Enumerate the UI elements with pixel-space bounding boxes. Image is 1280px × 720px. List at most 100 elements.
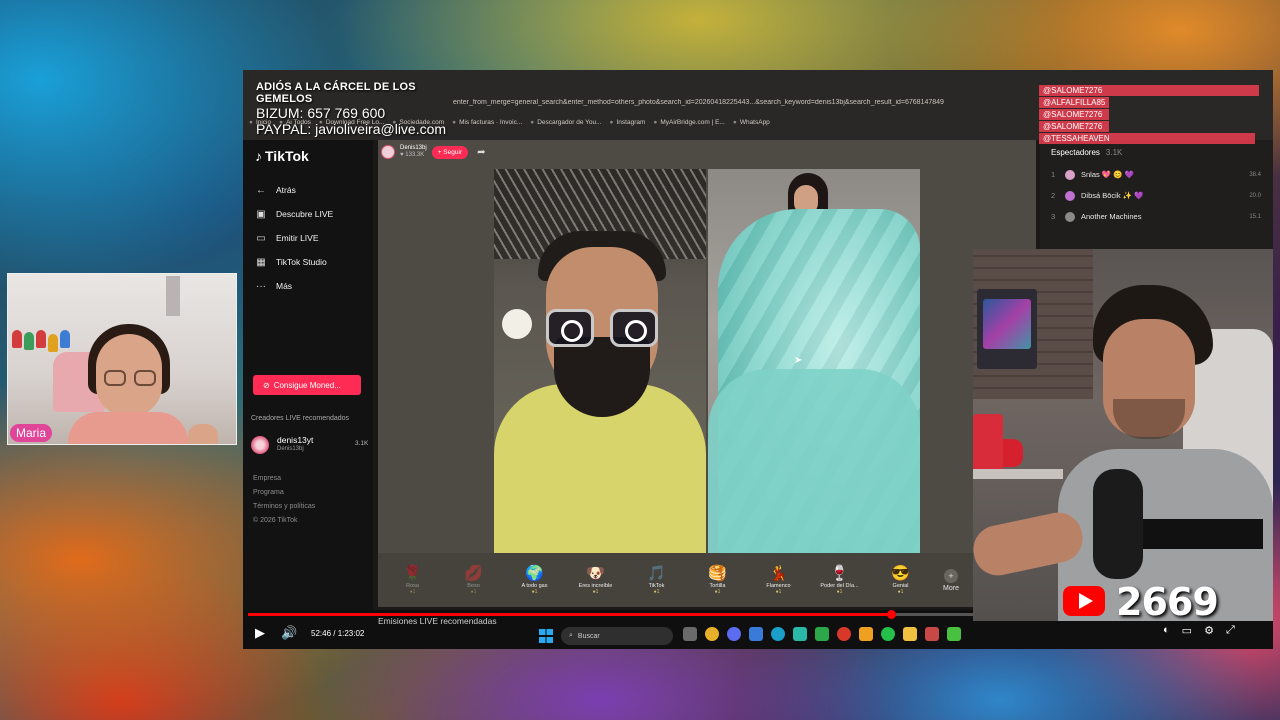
avatar [1065,211,1075,222]
chat-usernames: @SALOME7276 @ALFALFILLA85 @SALOME7276 @S… [1039,85,1259,145]
nav-label: Descubre LIVE [276,209,334,219]
gift-cost: ●1 [470,589,477,595]
host-likes: ♥ 133.3K [400,152,425,158]
dog-icon: 🐶 [586,565,605,582]
dancer-icon: 💃 [769,565,788,582]
gift-item[interactable]: 🐶 Eres increíble ●1 [565,565,626,595]
gift-item[interactable]: 🌍 A todo gas ●1 [504,565,565,595]
nav-label: Emitir LIVE [276,233,319,243]
spectator-row[interactable]: 3 Another Machines 15.1 [1051,206,1261,227]
recommended-creator[interactable]: denis13yt Denis13bj 3.1K [251,434,371,456]
nav-item-tiktok-studio[interactable]: ▦ TikTok Studio [255,250,373,274]
settings-gear-icon[interactable]: ⚙ [1204,624,1214,637]
whatsapp-icon[interactable] [881,627,895,641]
more-gifts-button[interactable]: + More [931,568,971,592]
gift-item[interactable]: 🥞 Tortilla ●1 [687,565,748,595]
gift-item[interactable]: 🎵 TikTok ●1 [626,565,687,595]
globe-icon: 🌍 [525,565,544,582]
video-time: 52:46 / 1:23:02 [311,629,365,638]
tiktok-logo-text: TikTok [265,148,309,164]
more-icon: ··· [256,280,266,292]
music-note-icon: 🎵 [647,565,666,582]
share-arrow-icon[interactable]: ➦ [477,147,485,158]
spectator-name: Dibsá Bōcik ✨ 💜 [1081,191,1144,200]
play-icon[interactable]: ▶ [255,625,265,641]
nav-item-descubre-live[interactable]: ▣ Descubre LIVE [255,202,373,226]
gift-item[interactable]: 😎 Genial ●1 [870,565,931,595]
taskbar-search[interactable]: ⌕ Buscar [561,627,673,645]
gift-cost: ●1 [897,589,904,595]
glass-icon: 🍷 [830,565,849,582]
monitor [977,289,1037,369]
bizum-info: BIZUM: 657 769 600 [256,105,386,121]
app-icon[interactable] [815,627,829,641]
mouse-cursor-icon: ➤ [794,355,803,366]
guest-webcam [7,273,237,445]
gift-item[interactable]: 💃 Flamenco ●1 [748,565,809,595]
gift-item[interactable]: 🍷 Poder del Día... ●1 [809,565,870,595]
bookmark[interactable]: Descargador de You... [530,119,601,133]
search-placeholder: Buscar [577,632,600,640]
paypal-info: PAYPAL: javioliveira@live.com [256,121,447,137]
task-view-icon[interactable] [683,627,697,641]
progress-fill [248,613,891,616]
gift-item[interactable]: 💋 Beso ●1 [443,565,504,595]
shelf [973,469,1063,479]
get-coins-label: Consigue Moned... [273,380,341,390]
spectator-row[interactable]: 1 Snlas 💖 😊 💜 38.4 [1051,164,1261,185]
microphone [1093,469,1143,579]
spectator-rank: 3 [1051,212,1056,221]
bookmark[interactable]: WhatsApp [733,119,770,133]
donation-overlay: ADIÓS A LA CÁRCEL DE LOS GEMELOS BIZUM: … [256,81,456,137]
subtitles-icon[interactable]: ▭ [1182,624,1192,637]
nav-label: Atrás [276,185,296,195]
edge-icon[interactable] [771,627,785,641]
copyright: © 2026 TikTok [253,517,298,524]
youtube-logo-icon [1063,586,1105,616]
progress-knob[interactable] [886,610,896,619]
app-icon[interactable] [793,627,807,641]
footer-link[interactable]: Empresa [253,472,315,486]
app-icon[interactable] [837,627,851,641]
tiktok-nav: ← Atrás ▣ Descubre LIVE ▭ Emitir LIVE ▦ … [255,178,373,298]
bookmark[interactable]: Instagram [610,119,645,133]
volume-icon[interactable]: 🔊 [281,625,297,641]
toggle-icon[interactable]: ◐ [1163,624,1170,637]
folder-icon[interactable] [903,627,917,641]
gift-item[interactable]: 🌹 Rosa ●1 [382,565,443,595]
avatar [1065,169,1075,180]
nav-item-mas[interactable]: ··· Más [255,274,373,298]
discover-live-icon: ▣ [256,208,266,220]
bookmark[interactable]: MyAirBridge.com | E... [653,119,725,133]
tiktok-sidebar: ♪ TikTok ← Atrás ▣ Descubre LIVE ▭ Emiti… [243,140,373,649]
app-icon[interactable] [749,627,763,641]
chrome-icon[interactable] [705,627,719,641]
gift-cost: ●1 [775,589,782,595]
app-icon[interactable] [727,627,741,641]
windows-start-icon[interactable] [539,629,553,643]
get-coins-button[interactable]: ⊘ Consigue Moned... [253,375,361,395]
nav-item-atras[interactable]: ← Atrás [255,178,373,202]
chat-username: @TESSAHEAVEN [1039,133,1255,144]
footer-link[interactable]: Programa [253,486,315,500]
follow-button[interactable]: + Seguir [431,145,469,159]
nav-item-emitir-live[interactable]: ▭ Emitir LIVE [255,226,373,250]
app-icon[interactable] [859,627,873,641]
pancake-icon: 🥞 [708,565,727,582]
host-avatar[interactable] [381,145,395,159]
broadcast-icon: ▭ [256,232,266,244]
bookmark[interactable]: Mis facturas · Invoic... [452,119,522,133]
app-icon[interactable] [925,627,939,641]
host-info: Denis13bj ♥ 133.3K [400,145,427,159]
tiktok-logo[interactable]: ♪ TikTok [255,148,309,164]
spectator-row[interactable]: 2 Dibsá Bōcik ✨ 💜 20.0 [1051,185,1261,206]
more-label: More [943,584,959,592]
fullscreen-icon[interactable]: ⤢ [1226,624,1235,637]
spectators-title: Espectadores 3.1K [1051,148,1122,157]
guest-hand [188,424,218,444]
spectator-score: 15.1 [1249,213,1261,220]
footer-link[interactable]: Términos y políticas [253,500,315,514]
spectators-count: 3.1K [1105,148,1123,157]
play-app-icon[interactable] [947,627,961,641]
chat-username: @SALOME7276 [1039,85,1259,96]
